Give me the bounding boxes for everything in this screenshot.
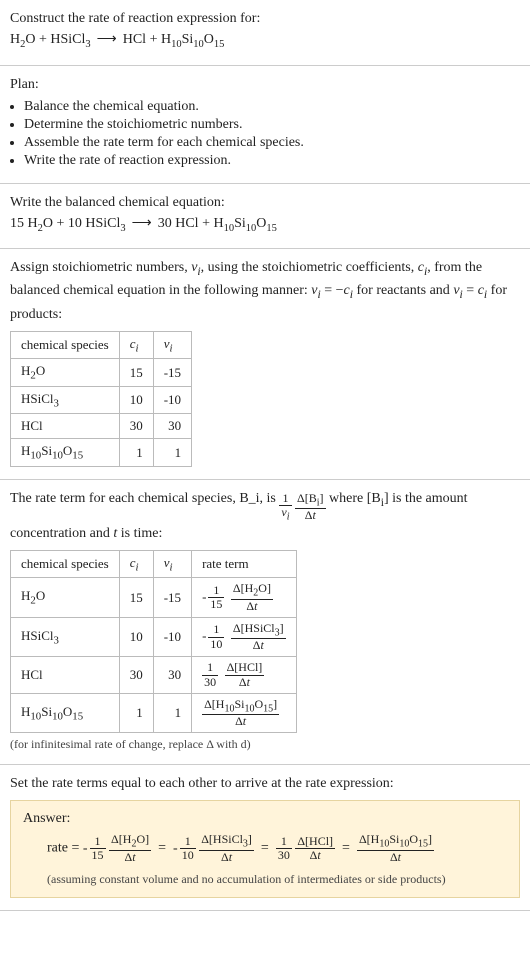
- plan-item: Assemble the rate term for each chemical…: [24, 135, 520, 151]
- answer-footnote: (assuming constant volume and no accumul…: [23, 872, 507, 887]
- section-answer: Set the rate terms equal to each other t…: [0, 765, 530, 911]
- answer-box: Answer: rate = -115 Δ[H2O]Δt = -110 Δ[HS…: [10, 800, 520, 898]
- table-row: H10Si10O1511: [11, 439, 192, 467]
- col-species: chemical species: [11, 331, 120, 359]
- cell-v: 30: [153, 414, 191, 439]
- table-header-row: chemical species ci νi rate term: [11, 550, 297, 578]
- cell-c: 30: [119, 657, 153, 693]
- section-plan: Plan: Balance the chemical equation. Det…: [0, 66, 530, 184]
- cell-c: 10: [119, 617, 153, 657]
- reaction-unbalanced: H2O + HSiCl3⟶HCl + H10Si10O15: [10, 29, 520, 53]
- stoich-text: Assign stoichiometric numbers, νi, using…: [10, 257, 520, 325]
- section-question: Construct the rate of reaction expressio…: [0, 0, 530, 66]
- plan-item: Balance the chemical equation.: [24, 99, 520, 115]
- cell-rate: -115 Δ[H2O]Δt: [192, 578, 297, 618]
- cell-c: 1: [119, 439, 153, 467]
- cell-rate: 130 Δ[HCl]Δt: [192, 657, 297, 693]
- cell-rate: -110 Δ[HSiCl3]Δt: [192, 617, 297, 657]
- plan-heading: Plan:: [10, 74, 520, 95]
- cell-species: HSiCl3: [11, 386, 120, 414]
- cell-v: 1: [153, 693, 191, 733]
- answer-equation: rate = -115 Δ[H2O]Δt = -110 Δ[HSiCl3]Δt …: [23, 833, 507, 864]
- section-rate-terms: The rate term for each chemical species,…: [0, 480, 530, 765]
- table-row: HCl3030: [11, 414, 192, 439]
- rate-term-text: The rate term for each chemical species,…: [10, 488, 520, 544]
- cell-v: -15: [153, 578, 191, 618]
- col-v: νi: [153, 550, 191, 578]
- cell-c: 30: [119, 414, 153, 439]
- plan-item: Determine the stoichiometric numbers.: [24, 117, 520, 133]
- col-c: ci: [119, 331, 153, 359]
- balanced-heading: Write the balanced chemical equation:: [10, 192, 520, 213]
- col-v: νi: [153, 331, 191, 359]
- cell-c: 10: [119, 386, 153, 414]
- cell-v: -10: [153, 617, 191, 657]
- table-row: H2O 15 -15 -115 Δ[H2O]Δt: [11, 578, 297, 618]
- stoich-table: chemical species ci νi H2O15-15 HSiCl310…: [10, 331, 192, 467]
- col-c: ci: [119, 550, 153, 578]
- cell-c: 1: [119, 693, 153, 733]
- col-rate: rate term: [192, 550, 297, 578]
- section-stoich: Assign stoichiometric numbers, νi, using…: [0, 249, 530, 480]
- cell-c: 15: [119, 359, 153, 387]
- cell-v: 30: [153, 657, 191, 693]
- plan-list: Balance the chemical equation. Determine…: [10, 99, 520, 169]
- balanced-equation: 15 H2O + 10 HSiCl3⟶30 HCl + H10Si10O15: [10, 213, 520, 237]
- answer-label: Answer:: [23, 811, 507, 827]
- table-row: HCl 30 30 130 Δ[HCl]Δt: [11, 657, 297, 693]
- cell-species: HCl: [11, 657, 120, 693]
- cell-rate: Δ[H10Si10O15]Δt: [192, 693, 297, 733]
- question-title: Construct the rate of reaction expressio…: [10, 8, 520, 29]
- cell-species: H10Si10O15: [11, 439, 120, 467]
- cell-species: H2O: [11, 359, 120, 387]
- table-row: H2O15-15: [11, 359, 192, 387]
- rate-footnote: (for infinitesimal rate of change, repla…: [10, 737, 520, 752]
- table-row: H10Si10O15 1 1 Δ[H10Si10O15]Δt: [11, 693, 297, 733]
- cell-c: 15: [119, 578, 153, 618]
- cell-species: HCl: [11, 414, 120, 439]
- set-equal-text: Set the rate terms equal to each other t…: [10, 773, 520, 794]
- rate-term-formula: 1νi Δ[Bi]Δt: [279, 492, 325, 523]
- table-row: HSiCl3 10 -10 -110 Δ[HSiCl3]Δt: [11, 617, 297, 657]
- cell-species: H10Si10O15: [11, 693, 120, 733]
- rate-table: chemical species ci νi rate term H2O 15 …: [10, 550, 297, 734]
- table-header-row: chemical species ci νi: [11, 331, 192, 359]
- table-row: HSiCl310-10: [11, 386, 192, 414]
- cell-v: 1: [153, 439, 191, 467]
- cell-v: -15: [153, 359, 191, 387]
- cell-species: H2O: [11, 578, 120, 618]
- cell-species: HSiCl3: [11, 617, 120, 657]
- plan-item: Write the rate of reaction expression.: [24, 153, 520, 169]
- col-species: chemical species: [11, 550, 120, 578]
- cell-v: -10: [153, 386, 191, 414]
- section-balanced: Write the balanced chemical equation: 15…: [0, 184, 530, 250]
